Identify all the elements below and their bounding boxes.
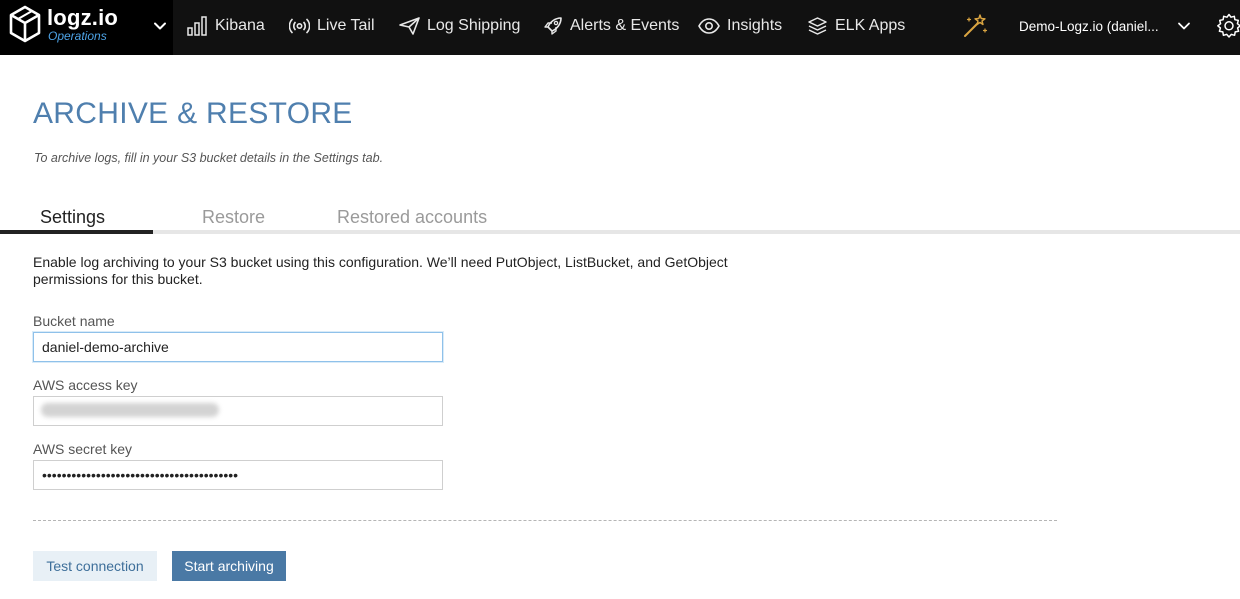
aws-secret-key-input[interactable] — [33, 460, 443, 490]
page-subtitle: To archive logs, fill in your S3 bucket … — [34, 151, 384, 165]
nav-log-shipping[interactable]: Log Shipping — [399, 0, 520, 52]
eye-icon — [698, 18, 720, 34]
gear-icon[interactable] — [1216, 13, 1240, 39]
redacted-access-key — [41, 403, 219, 417]
nav-log-shipping-label: Log Shipping — [427, 17, 521, 34]
nav-alerts-events-label: Alerts & Events — [570, 17, 680, 34]
tab-restore[interactable]: Restore — [202, 205, 265, 229]
magic-wand-icon[interactable] — [960, 12, 988, 40]
nav-elk-apps[interactable]: ELK Apps — [807, 0, 905, 52]
aws-secret-key-label: AWS secret key — [33, 441, 133, 457]
bucket-name-input[interactable] — [33, 332, 443, 362]
brand-switcher[interactable]: logz.io Operations — [0, 0, 173, 55]
broadcast-icon — [289, 18, 310, 34]
tab-restored-accounts[interactable]: Restored accounts — [337, 205, 487, 229]
rocket-icon — [544, 17, 562, 35]
top-navigation-bar: logz.io Operations Kibana Live Tail Log … — [0, 0, 1240, 55]
dashed-divider — [33, 520, 1057, 521]
nav-live-tail[interactable]: Live Tail — [289, 0, 375, 52]
paper-plane-icon — [399, 17, 420, 35]
account-switcher[interactable]: Demo-Logz.io (daniel... — [1019, 0, 1159, 52]
nav-elk-apps-label: ELK Apps — [835, 17, 906, 34]
nav-alerts-events[interactable]: Alerts & Events — [543, 0, 679, 52]
layers-icon — [808, 17, 827, 35]
bar-chart-icon — [187, 16, 207, 36]
page-title: ARCHIVE & RESTORE — [33, 97, 353, 130]
nav-insights[interactable]: Insights — [698, 0, 782, 52]
chevron-down-icon — [154, 22, 166, 30]
start-archiving-button[interactable]: Start archiving — [172, 551, 286, 581]
brand-name: logz.io — [47, 5, 119, 30]
test-connection-button[interactable]: Test connection — [33, 551, 157, 581]
archiving-intro-text: Enable log archiving to your S3 bucket u… — [33, 254, 728, 287]
active-tab-indicator — [0, 230, 153, 234]
nav-kibana-label: Kibana — [215, 17, 265, 34]
nav-insights-label: Insights — [727, 17, 783, 34]
aws-access-key-label: AWS access key — [33, 377, 138, 393]
tab-settings[interactable]: Settings — [40, 205, 105, 229]
bucket-name-label: Bucket name — [33, 313, 115, 329]
chevron-down-icon[interactable] — [1176, 18, 1192, 34]
nav-live-tail-label: Live Tail — [317, 17, 375, 34]
brand-subtitle: Operations — [48, 29, 107, 43]
account-label: Demo-Logz.io (daniel... — [1019, 18, 1159, 34]
tabs-baseline — [0, 230, 1240, 234]
nav-kibana[interactable]: Kibana — [187, 0, 265, 52]
cube-logo-icon — [9, 5, 41, 43]
